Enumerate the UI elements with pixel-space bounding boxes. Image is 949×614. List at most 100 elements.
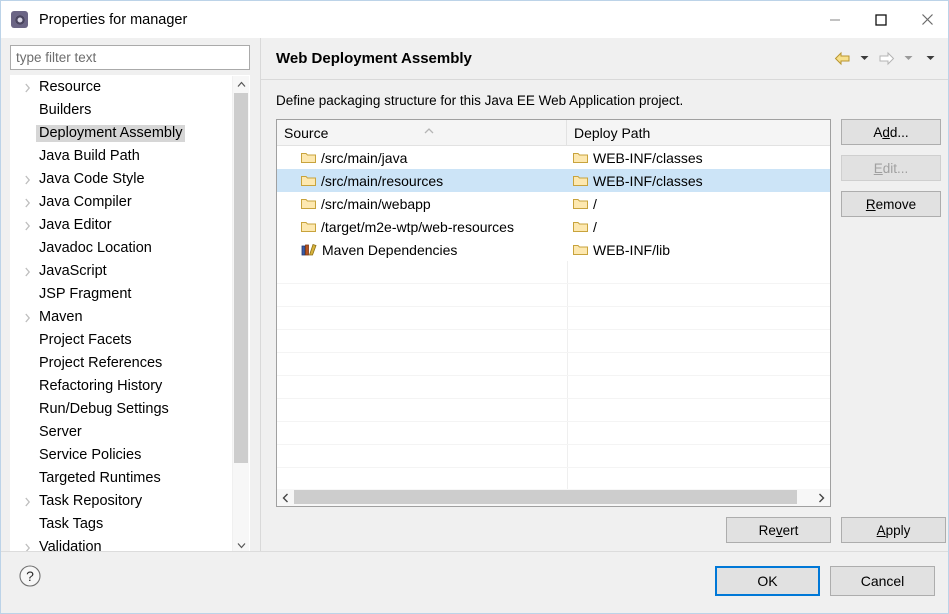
sidebar-item-project-references[interactable]: Project References [11,352,235,375]
svg-text:?: ? [26,568,34,584]
column-header-source[interactable]: Source [277,120,567,145]
column-divider [567,445,568,468]
table-row-empty [277,307,830,330]
column-header-deploy-path[interactable]: Deploy Path [567,120,830,145]
tree-scroll-thumb[interactable] [234,93,248,463]
cell-deploy-path: / [567,215,830,238]
sidebar-item-deployment-assembly[interactable]: Deployment Assembly [11,122,235,145]
column-divider [567,468,568,490]
remove-button[interactable]: Remove [841,191,941,217]
add-button[interactable]: Add... [841,119,941,145]
cell-deploy-path: WEB-INF/classes [567,169,830,192]
cell-source-label: /target/m2e-wtp/web-resources [321,218,514,235]
column-divider [567,422,568,445]
button-label: Revert [758,522,799,538]
sidebar-item-javadoc-location[interactable]: Javadoc Location [11,237,235,260]
back-dropdown-chevron-down-icon[interactable] [854,48,874,68]
folder-icon [573,151,588,164]
sidebar-item-java-compiler[interactable]: Java Compiler [11,191,235,214]
sidebar-item-server[interactable]: Server [11,421,235,444]
sidebar-item-java-editor[interactable]: Java Editor [11,214,235,237]
maximize-icon[interactable] [858,1,904,38]
sidebar-item-task-tags[interactable]: Task Tags [11,513,235,536]
table-row-empty [277,445,830,468]
sidebar-item-resource[interactable]: Resource [11,76,235,99]
sidebar-item-builders[interactable]: Builders [11,99,235,122]
table-scroll-thumb[interactable] [294,490,797,504]
table-header-row: Source Deploy Path [277,120,830,146]
sidebar-item-service-policies[interactable]: Service Policies [11,444,235,467]
cell-deploy-path-label: / [593,195,597,212]
close-icon[interactable] [904,1,948,38]
view-menu-chevron-down-icon[interactable] [920,48,940,68]
sidebar-item-java-code-style[interactable]: Java Code Style [11,168,235,191]
sidebar-item-maven[interactable]: Maven [11,306,235,329]
title-bar: Properties for manager [1,1,948,38]
table-row[interactable]: /src/main/webapp / [277,192,830,215]
sidebar-item-label: Java Build Path [39,147,140,164]
cell-source: /src/main/resources [277,169,567,192]
sidebar-item-javascript[interactable]: JavaScript [11,260,235,283]
navigation-toolbar [832,48,940,68]
table-row-empty [277,261,830,284]
folder-icon [301,151,316,164]
table-row-empty [277,422,830,445]
sidebar-item-label: JavaScript [39,262,107,279]
properties-dialog: Properties for manager Resource Builders D… [0,0,949,614]
help-icon[interactable]: ? [18,564,42,588]
button-label: Add... [873,124,909,140]
dialog-footer: ? OK Cancel [1,551,948,613]
folder-icon [301,197,316,210]
sidebar-item-jsp-fragment[interactable]: JSP Fragment [11,283,235,306]
sidebar-item-targeted-runtimes[interactable]: Targeted Runtimes [11,467,235,490]
forward-dropdown-chevron-down-icon [898,48,918,68]
window-controls [812,1,948,38]
expand-chevron-right-icon[interactable] [19,175,36,185]
library-icon [301,243,317,256]
page-action-buttons: Revert Apply [726,517,946,543]
sidebar-item-project-facets[interactable]: Project Facets [11,329,235,352]
expand-chevron-right-icon[interactable] [19,83,36,93]
chevron-right-icon[interactable] [813,489,830,506]
table-row[interactable]: Maven Dependencies WEB-INF/lib [277,238,830,261]
cell-source: /src/main/java [277,146,567,169]
page-panel: Web Deployment Assembly Define packaging… [260,38,948,554]
revert-button[interactable]: Revert [726,517,831,543]
search-input[interactable] [10,45,250,70]
expand-chevron-right-icon[interactable] [19,221,36,231]
sidebar-item-label: Project References [39,354,163,371]
folder-icon [573,220,588,233]
sidebar-item-refactoring-history[interactable]: Refactoring History [11,375,235,398]
table-horizontal-scrollbar[interactable] [277,489,830,506]
back-arrow-icon[interactable] [832,48,852,68]
expand-chevron-right-icon[interactable] [19,497,36,507]
window-title: Properties for manager [39,11,188,28]
table-row-empty [277,330,830,353]
column-divider [567,307,568,330]
cell-deploy-path: WEB-INF/classes [567,146,830,169]
cell-deploy-path: / [567,192,830,215]
expand-chevron-right-icon[interactable] [19,313,36,323]
cell-source-label: /src/main/java [321,149,408,166]
table-row[interactable]: /src/main/resources WEB-INF/classes [277,169,830,192]
tree-vertical-scrollbar[interactable] [232,76,249,554]
expand-chevron-right-icon[interactable] [19,267,36,277]
button-label: Apply [876,522,911,538]
apply-button[interactable]: Apply [841,517,946,543]
column-divider [567,261,568,284]
sidebar-item-task-repository[interactable]: Task Repository [11,490,235,513]
expand-chevron-right-icon[interactable] [19,198,36,208]
settings-tree: Resource Builders Deployment Assembly Java … [10,75,250,555]
sidebar-item-java-build-path[interactable]: Java Build Path [11,145,235,168]
button-label: Edit... [873,160,909,176]
edit-button: Edit... [841,155,941,181]
cancel-button[interactable]: Cancel [830,566,935,596]
sidebar-item-label: Deployment Assembly [36,124,186,143]
minimize-icon[interactable] [812,1,858,38]
ok-button[interactable]: OK [715,566,820,596]
table-row[interactable]: /target/m2e-wtp/web-resources / [277,215,830,238]
chevron-left-icon[interactable] [277,489,294,506]
table-row[interactable]: /src/main/java WEB-INF/classes [277,146,830,169]
scroll-up-icon[interactable] [233,76,249,93]
sidebar-item-run-debug-settings[interactable]: Run/Debug Settings [11,398,235,421]
